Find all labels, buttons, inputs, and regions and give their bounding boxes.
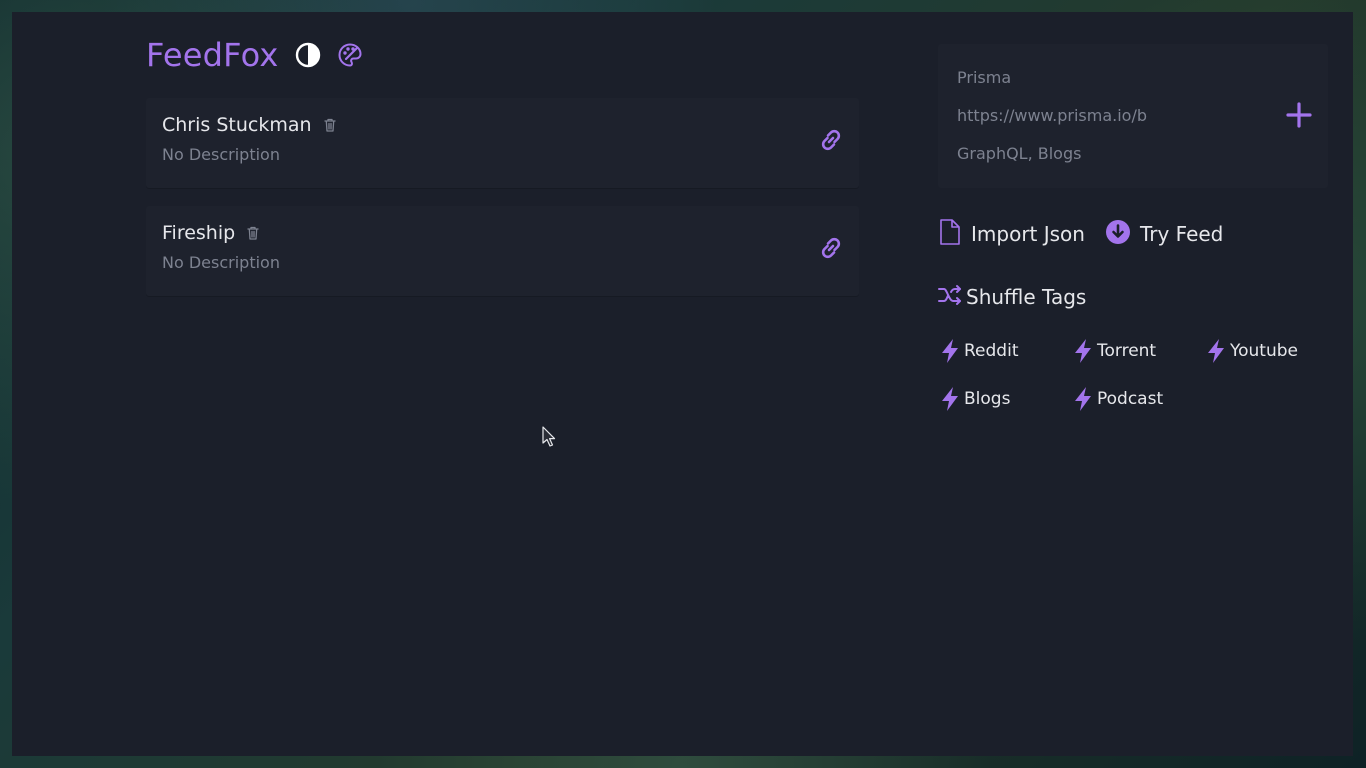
feed-title: Fireship <box>162 222 236 244</box>
lightning-icon <box>942 387 958 411</box>
trash-icon[interactable] <box>322 117 338 133</box>
tag-youtube[interactable]: Youtube <box>1204 338 1337 364</box>
feed-url-input[interactable] <box>957 100 1277 130</box>
feed-description: No Description <box>162 145 280 164</box>
link-icon[interactable] <box>817 126 845 154</box>
feed-card: Fireship No Description <box>146 206 859 296</box>
feed-tags-input[interactable] <box>957 138 1277 168</box>
tag-label: Torrent <box>1097 341 1157 361</box>
try-feed-button[interactable]: Try Feed <box>1105 219 1223 249</box>
tag-label: Blogs <box>964 389 1011 409</box>
contrast-icon[interactable] <box>295 42 321 68</box>
tag-podcast[interactable]: Podcast <box>1071 386 1204 412</box>
lightning-icon <box>1075 387 1091 411</box>
download-circle-icon <box>1105 219 1131 249</box>
import-json-label: Import Json <box>971 222 1085 246</box>
feed-description: No Description <box>162 253 280 272</box>
shuffle-tags-label: Shuffle Tags <box>966 285 1087 309</box>
link-icon[interactable] <box>817 234 845 262</box>
lightning-icon <box>1075 339 1091 363</box>
mouse-cursor-icon <box>542 426 556 447</box>
palette-icon[interactable] <box>337 42 363 68</box>
tag-torrent[interactable]: Torrent <box>1071 338 1204 364</box>
header: FeedFox <box>146 36 363 74</box>
feed-card: Chris Stuckman No Description <box>146 98 859 188</box>
feed-title: Chris Stuckman <box>162 114 312 136</box>
feed-list: Chris Stuckman No Description Fireship N… <box>146 98 859 314</box>
plus-icon <box>1286 102 1312 128</box>
feed-name-input[interactable] <box>957 62 1277 92</box>
lightning-icon <box>942 339 958 363</box>
try-feed-label: Try Feed <box>1139 222 1224 246</box>
tag-blogs[interactable]: Blogs <box>938 386 1071 412</box>
shuffle-tags-button[interactable]: Shuffle Tags <box>938 284 1086 310</box>
shuffle-icon <box>938 284 962 310</box>
lightning-icon <box>1208 339 1224 363</box>
trash-icon[interactable] <box>245 225 261 241</box>
add-feed-button[interactable] <box>1286 102 1312 128</box>
tag-label: Reddit <box>964 341 1019 361</box>
file-icon <box>938 218 962 250</box>
app-title: FeedFox <box>146 36 279 74</box>
tag-label: Youtube <box>1230 341 1298 361</box>
import-json-button[interactable]: Import Json <box>938 218 1085 250</box>
tag-reddit[interactable]: Reddit <box>938 338 1071 364</box>
add-feed-form <box>938 44 1328 188</box>
app-window: FeedFox Chris Stuckman No Description Fi… <box>12 12 1353 756</box>
tag-label: Podcast <box>1097 389 1164 409</box>
actions-row: Import Json Try Feed <box>938 218 1223 250</box>
tag-grid: Reddit Torrent Youtube Blogs Podcast <box>938 338 1338 412</box>
